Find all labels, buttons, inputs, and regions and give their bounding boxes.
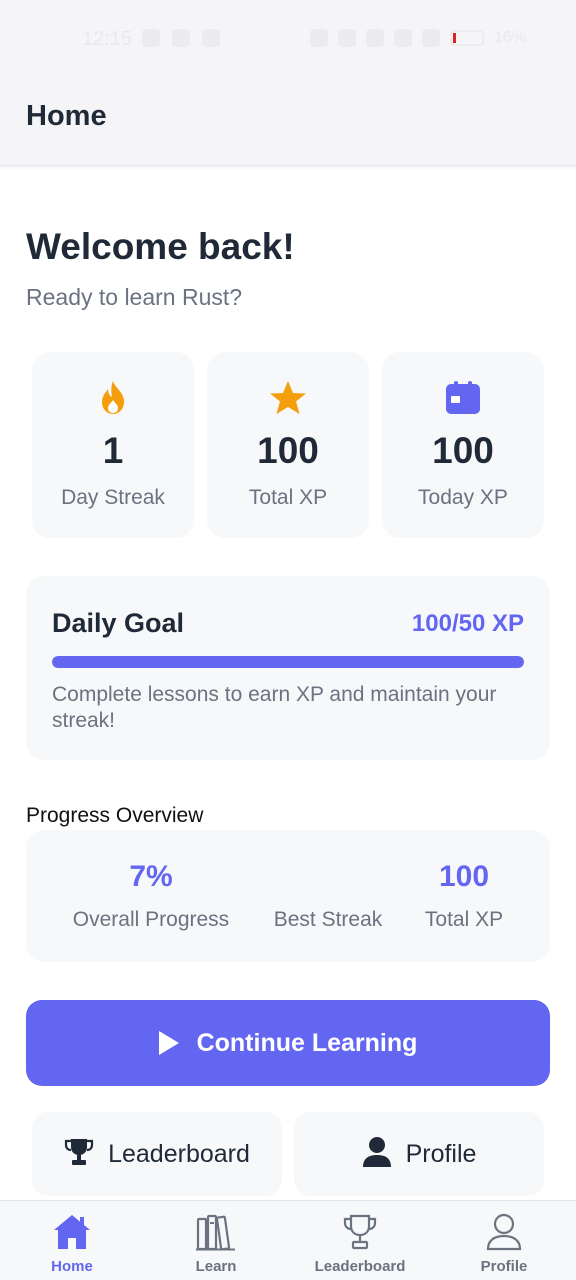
daily-goal-title: Daily Goal [52, 608, 185, 638]
stat-value: 100 [432, 430, 494, 471]
tab-label: Learn [195, 1258, 237, 1275]
user-icon [432, 1213, 576, 1253]
play-icon [158, 1031, 179, 1055]
stat-label: Total XP [248, 486, 328, 509]
tab-profile[interactable]: Profile [432, 1201, 576, 1280]
home-icon [0, 1213, 144, 1253]
stat-label: Overall Progress [72, 908, 230, 931]
alarm-icon [310, 29, 328, 47]
battery-percent: 16% [494, 29, 527, 46]
stat-card-total-xp: 100 Total XP [207, 352, 369, 538]
tab-label: Home [51, 1258, 93, 1275]
daily-goal-description: Complete lessons to earn XP and maintain… [52, 683, 497, 732]
stat-value: 7% [129, 860, 173, 893]
stat-label: Best Streak [273, 908, 383, 931]
chat-icon [142, 29, 160, 47]
mail-icon [202, 29, 220, 47]
best-streak-stat: Best Streak [258, 830, 398, 962]
status-bar: 12:15 16% [0, 0, 576, 76]
daily-goal-progress-fill [52, 656, 524, 668]
continue-learning-label: Continue Learning [196, 1028, 418, 1057]
leaderboard-button-label: Leaderboard [108, 1139, 250, 1168]
stat-label: Total XP [424, 908, 504, 931]
app-bar: Home [0, 76, 576, 166]
tab-learn[interactable]: Learn [144, 1201, 288, 1280]
stat-label: Today XP [418, 486, 508, 509]
camera-icon [172, 29, 190, 47]
status-notification-icons [142, 29, 220, 47]
calendar-icon [382, 380, 544, 418]
tab-home[interactable]: Home [0, 1201, 144, 1280]
welcome-title: Welcome back! [26, 226, 295, 267]
user-icon [362, 1136, 392, 1173]
vibrate-icon [338, 29, 356, 47]
stat-value: 100 [438, 860, 490, 893]
status-time: 12:15 [82, 28, 133, 50]
tab-label: Leaderboard [314, 1258, 406, 1275]
status-system-icons: 16% [310, 29, 526, 47]
flame-icon [32, 380, 194, 418]
trophy-icon [288, 1213, 432, 1253]
stat-value: 100 [257, 430, 319, 471]
profile-button[interactable]: Profile [294, 1112, 544, 1196]
progress-overview-title: Progress Overview [26, 804, 204, 827]
progress-overview-card: 7% Overall Progress Best Streak 100 Tota… [26, 830, 550, 962]
stat-card-day-streak: 1 Day Streak [32, 352, 194, 538]
data-icon [422, 29, 440, 47]
overall-progress-stat: 7% Overall Progress [56, 830, 246, 962]
tab-label: Profile [480, 1258, 528, 1275]
stat-card-today-xp: 100 Today XP [382, 352, 544, 538]
stat-value [258, 860, 398, 896]
daily-goal-xp: 100/50 XP [411, 610, 524, 637]
continue-learning-button[interactable]: Continue Learning [26, 1000, 550, 1086]
star-icon [207, 380, 369, 418]
books-icon [144, 1213, 288, 1253]
wifi-icon [394, 29, 412, 47]
daily-goal-progress-bar [52, 656, 524, 668]
welcome-subtitle: Ready to learn Rust? [26, 284, 243, 310]
profile-button-label: Profile [405, 1139, 477, 1168]
tab-leaderboard[interactable]: Leaderboard [288, 1201, 432, 1280]
signal-icon [366, 29, 384, 47]
bottom-tab-bar: Home Learn Leaderboard Profile [0, 1200, 576, 1280]
trophy-icon [64, 1137, 94, 1172]
stat-label: Day Streak [61, 486, 165, 509]
leaderboard-button[interactable]: Leaderboard [32, 1112, 282, 1196]
battery-icon [450, 30, 484, 46]
total-xp-stat: 100 Total XP [410, 830, 518, 962]
stat-value: 1 [102, 430, 124, 471]
page-title: Home [26, 100, 107, 132]
daily-goal-card: Daily Goal 100/50 XP Complete lessons to… [26, 576, 550, 760]
